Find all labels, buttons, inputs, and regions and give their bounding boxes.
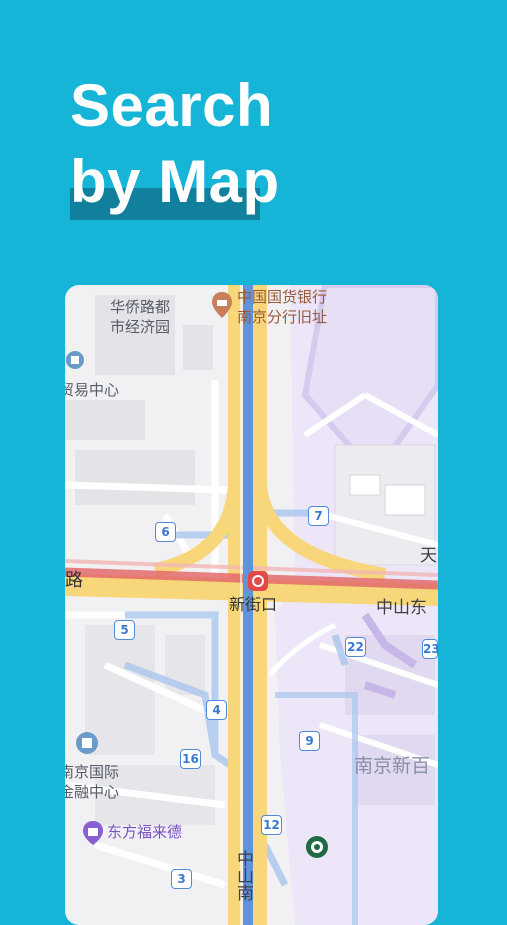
bus-stop-badge[interactable]: 3 xyxy=(171,869,192,889)
poi-label[interactable]: 南京国际 xyxy=(65,763,119,782)
poi-label[interactable]: 市经济园 xyxy=(110,318,170,337)
headline: Search by Map xyxy=(70,70,280,220)
map-view[interactable]: 华侨路都 市经济园 中国国货银行 南京分行旧址 贸易中心 路 新街口 中山东 天… xyxy=(65,285,438,925)
bus-stop-badge[interactable]: 6 xyxy=(155,522,176,542)
building-block xyxy=(384,484,426,516)
bus-stop-badge[interactable]: 23 xyxy=(422,639,438,659)
bus-stop-badge[interactable]: 7 xyxy=(308,506,329,526)
poi-label[interactable]: 金融中心 xyxy=(65,783,119,802)
headline-line1: Search xyxy=(70,72,274,139)
bus-stop-badge[interactable]: 22 xyxy=(345,637,366,657)
building-block xyxy=(349,474,381,496)
bus-stop-badge[interactable]: 5 xyxy=(114,620,135,640)
poi-label-bank[interactable]: 南京分行旧址 xyxy=(237,308,327,327)
road-label: 天 xyxy=(420,546,437,566)
poi-label[interactable]: 贸易中心 xyxy=(65,381,119,400)
district-label[interactable]: 南京新百 xyxy=(354,757,430,776)
road-label: 中山东 xyxy=(376,598,427,618)
metro-station-label[interactable]: 新街口 xyxy=(229,595,277,614)
poi-label-bank[interactable]: 中国国货银行 xyxy=(237,288,327,307)
building-block xyxy=(75,450,195,505)
poi-label[interactable]: 华侨路都 xyxy=(110,298,170,317)
road-label: 路 xyxy=(65,570,83,591)
bus-stop-badge[interactable]: 16 xyxy=(180,749,201,769)
headline-line2: by Map xyxy=(70,148,280,215)
building-block xyxy=(183,325,213,370)
poi-label[interactable]: 东方福来德 xyxy=(107,823,182,842)
road-label: 中山南 xyxy=(233,850,253,901)
bus-stop-badge[interactable]: 9 xyxy=(299,731,320,751)
building-block xyxy=(65,400,145,440)
bus-stop-badge[interactable]: 12 xyxy=(261,815,282,835)
headline-line2-wrap: by Map xyxy=(70,148,280,220)
bus-stop-badge[interactable]: 4 xyxy=(206,700,227,720)
